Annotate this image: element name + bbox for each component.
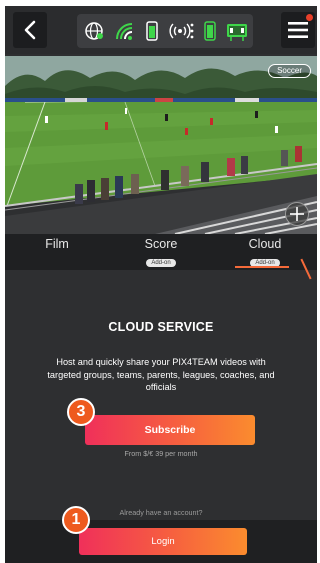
scoreboard-icon[interactable] [225,20,249,42]
tab-score[interactable]: Score Add-on [109,234,213,270]
wifi-signal-icon[interactable] [113,20,135,42]
chevron-left-icon [24,20,36,40]
back-button[interactable] [13,12,47,48]
app-screen: Soccer Film Score Add-on Cloud Add-on CL… [5,6,317,563]
video-preview[interactable]: Soccer [5,56,317,234]
broadcast-signal-icon[interactable] [169,20,195,42]
login-button[interactable]: Login [79,528,247,555]
step-marker-3: 3 [67,398,95,426]
top-bar [5,6,317,54]
tab-film-label: Film [45,237,69,251]
login-bar: Login [5,520,317,563]
soccer-field-image [5,56,317,234]
tab-cloud-label: Cloud [248,237,282,251]
subscribe-button[interactable]: Subscribe [85,415,255,445]
phone-battery-icon[interactable] [141,20,163,42]
price-note: From $/€ 39 per month [124,449,198,458]
addon-badge: Add-on [146,259,176,267]
step-marker-1: 1 [62,506,90,534]
device-battery-icon[interactable] [199,20,221,42]
account-note: Already have an account? [119,508,203,517]
tab-film[interactable]: Film [5,234,109,270]
tab-cloud[interactable]: Cloud Add-on [213,234,317,270]
globe-icon[interactable] [83,20,105,42]
cloud-description: Host and quickly share your PIX4TEAM vid… [47,357,275,393]
menu-button[interactable] [281,12,315,48]
zoom-plus-icon [290,207,304,221]
notification-dot [306,14,313,21]
zoom-button[interactable] [285,202,309,226]
page-title: CLOUD SERVICE [108,320,214,334]
sport-badge[interactable]: Soccer [268,64,311,78]
mode-tabs: Film Score Add-on Cloud Add-on [5,234,317,270]
active-tab-indicator [235,266,289,268]
hamburger-menu-icon [288,22,308,38]
status-icons-strip [77,14,253,48]
cloud-service-panel: CLOUD SERVICE Host and quickly share you… [5,270,317,563]
tab-score-label: Score [144,237,178,251]
